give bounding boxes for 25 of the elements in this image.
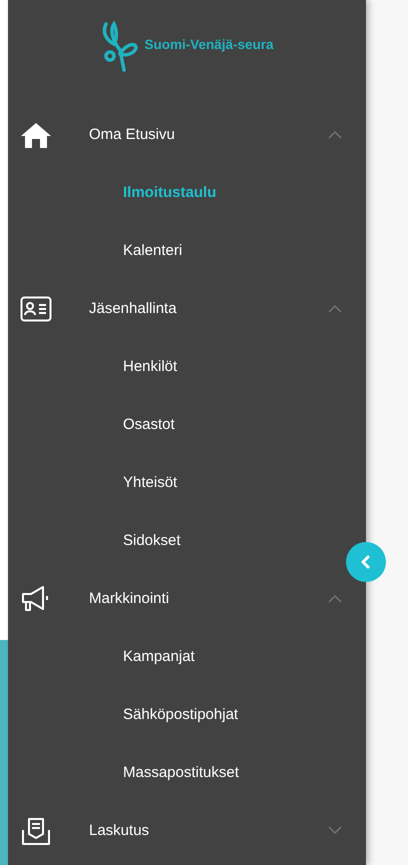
submenu-item[interactable]: Massapostitukset [123,762,239,784]
chevron-up-icon [328,130,342,140]
submenu-item[interactable]: Ilmoitustaulu [123,182,216,204]
invoice-tray-icon [21,816,51,846]
logo[interactable]: Suomi-Venäjä-seura [100,18,274,72]
menu-group-header[interactable]: Laskutus [8,802,366,860]
chevron-down-icon [328,826,342,836]
menu-group-header[interactable]: Jäsenhallinta [8,280,366,338]
submenu-item[interactable]: Sähköpostipohjat [123,704,238,726]
chevron-up-icon [328,304,342,314]
menu-group-header[interactable]: Oma Etusivu [8,106,366,164]
collapse-button[interactable] [346,542,386,582]
submenu-item[interactable]: Henkilöt [123,356,178,378]
menu-group-header[interactable]: Markkinointi [8,570,366,628]
chevron-left-icon [360,555,372,569]
submenu-item[interactable]: Osastot [123,414,175,436]
megaphone-icon [21,585,51,613]
submenu-item[interactable]: Sidokset [123,530,181,552]
home-icon [20,121,52,149]
submenu-item[interactable]: Kampanjat [123,646,195,668]
chevron-up-icon [328,594,342,604]
submenu-item[interactable]: Yhteisöt [123,472,178,494]
submenu-item[interactable]: Kalenteri [123,240,182,262]
leaf-logo-icon [100,18,140,72]
id-card-icon [20,296,52,322]
